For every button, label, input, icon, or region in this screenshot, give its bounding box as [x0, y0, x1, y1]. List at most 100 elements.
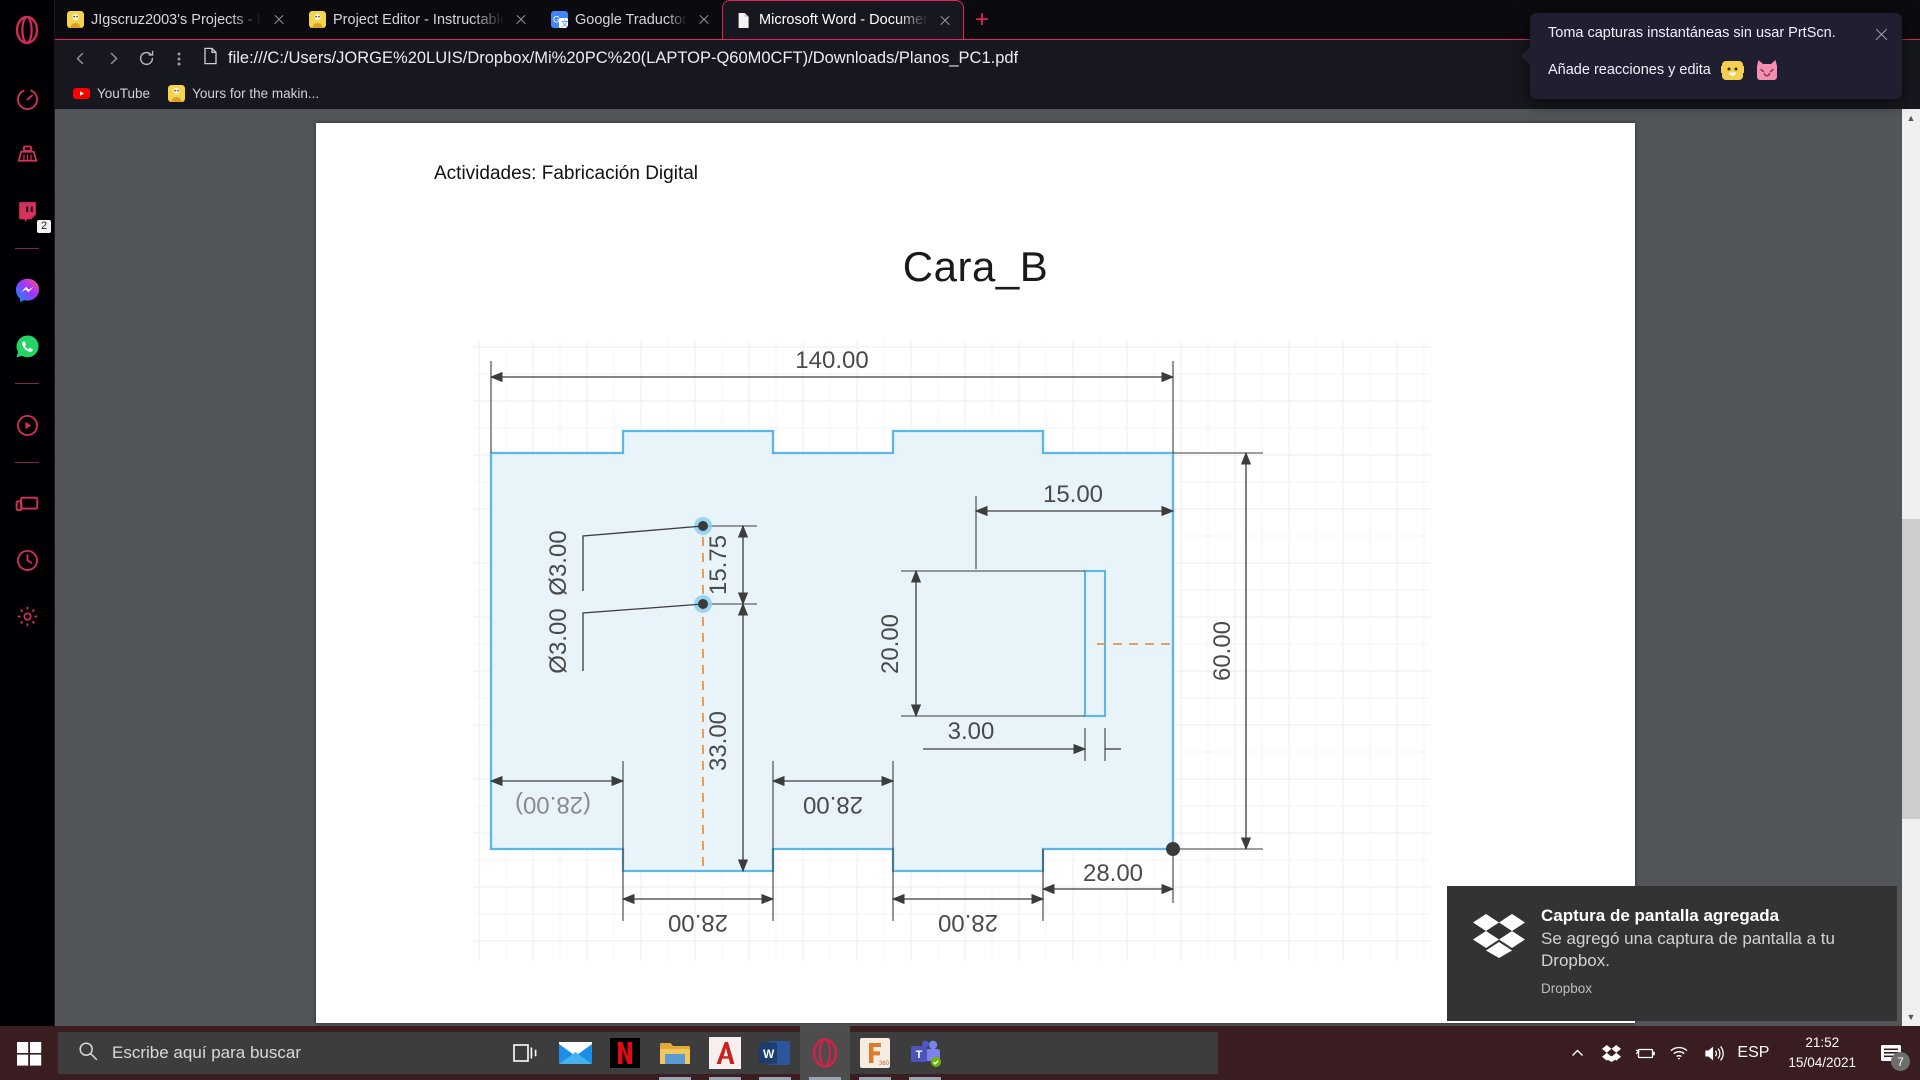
teams-icon[interactable]: T — [900, 1026, 950, 1080]
volume-icon[interactable] — [1696, 1026, 1730, 1080]
search-placeholder: Escribe aquí para buscar — [112, 1043, 301, 1062]
dim-label-20: 20.00 — [877, 614, 904, 674]
document-icon — [203, 47, 218, 70]
technical-drawing: 140.00 60.00 15.00 20.00 3.00 28.00 (28.… — [473, 341, 1431, 961]
svg-text:T: T — [916, 1049, 923, 1061]
history-clock-icon[interactable] — [12, 545, 42, 575]
action-center-icon[interactable]: 7 — [1868, 1026, 1914, 1080]
forward-arrow-icon[interactable] — [98, 44, 128, 74]
bookmark-instructables[interactable]: Yours for the makin... — [168, 84, 320, 102]
tab-close-icon[interactable] — [269, 10, 289, 30]
opera-logo-icon[interactable] — [11, 14, 43, 46]
screen: 2 JIgscruz2003's Projects - Ins Project … — [0, 0, 1920, 1080]
scrollbar-thumb[interactable] — [1902, 519, 1920, 819]
toast-line-2-row: Añade reacciones y edita — [1548, 57, 1886, 83]
dropbox-icon — [1473, 906, 1525, 1021]
scroll-up-arrow-icon[interactable]: ▲ — [1902, 109, 1920, 127]
back-arrow-icon[interactable] — [65, 44, 95, 74]
settings-gear-icon[interactable] — [12, 601, 42, 631]
svg-text:G: G — [553, 15, 560, 25]
dim-label-28-notch-right: 28.00 — [938, 909, 998, 936]
dropbox-toast-app: Dropbox — [1541, 980, 1593, 996]
battery-icon[interactable] — [1628, 1026, 1662, 1080]
youtube-icon — [73, 85, 90, 102]
pdf-page: Actividades: Fabricación Digital Cara_B — [316, 123, 1635, 1023]
tab-1[interactable]: Project Editor - Instructable — [297, 0, 539, 39]
instructables-icon — [168, 84, 186, 102]
dim-label-28-right: 28.00 — [1083, 860, 1143, 887]
clock-time: 21:52 — [1805, 1035, 1840, 1051]
svg-text:W: W — [763, 1047, 775, 1061]
bookmark-youtube[interactable]: YouTube — [73, 85, 150, 102]
cleaner-broom-icon[interactable] — [12, 140, 42, 170]
dropbox-notification[interactable]: Captura de pantalla agregada Se agregó u… — [1447, 886, 1897, 1021]
flow-devices-icon[interactable] — [12, 489, 42, 519]
scroll-down-arrow-icon[interactable]: ▼ — [1902, 1008, 1920, 1026]
google-translate-icon: G文 — [551, 11, 568, 28]
dim-140 — [489, 361, 1175, 453]
dim-label-dia-bottom: Ø3.00 — [545, 608, 572, 673]
taskbar-clock[interactable]: 21:52 15/04/2021 — [1776, 1026, 1868, 1080]
mail-icon[interactable] — [550, 1026, 600, 1080]
vertical-scrollbar[interactable]: ▲ ▼ — [1902, 109, 1920, 1026]
opera-icon[interactable] — [800, 1026, 850, 1080]
sidebar-divider-3 — [15, 462, 39, 463]
language-indicator[interactable]: ESP — [1730, 1026, 1776, 1080]
document-header-text: Actividades: Fabricación Digital — [434, 163, 699, 184]
taskbar-app-icons: W 360 T — [500, 1026, 950, 1080]
bookmark-label: YouTube — [97, 85, 151, 101]
toast-line-1: Toma capturas instantáneas sin usar PrtS… — [1548, 25, 1836, 41]
clock-date: 15/04/2021 — [1788, 1055, 1856, 1070]
yellow-smile-sticker[interactable] — [1720, 59, 1744, 82]
sidebar-divider — [15, 248, 39, 249]
twitch-icon[interactable]: 2 — [12, 196, 51, 233]
dropbox-tray-icon[interactable] — [1594, 1026, 1628, 1080]
dim-label-28-mid: 28.00 — [803, 791, 863, 818]
tab-title: JIgscruz2003's Projects - Ins — [91, 11, 262, 28]
kebab-menu-icon[interactable] — [164, 44, 194, 74]
dim-label-28-ref: (28.00) — [515, 791, 591, 818]
pink-cat-sticker[interactable] — [1754, 57, 1780, 83]
instructables-icon — [309, 11, 326, 28]
chevron-up-icon[interactable] — [1560, 1026, 1594, 1080]
file-explorer-icon[interactable] — [650, 1026, 700, 1080]
autocad-icon[interactable] — [700, 1026, 750, 1080]
speed-dial-icon[interactable] — [12, 84, 42, 114]
player-icon[interactable] — [12, 410, 42, 440]
notification-count: 7 — [1891, 1052, 1910, 1071]
word-icon[interactable]: W — [750, 1026, 800, 1080]
tab-close-icon[interactable] — [935, 10, 955, 30]
netflix-icon[interactable] — [600, 1026, 650, 1080]
reload-icon[interactable] — [131, 44, 161, 74]
opera-browser-window: 2 JIgscruz2003's Projects - Ins Project … — [0, 0, 1920, 1026]
windows-start-icon[interactable] — [0, 1026, 58, 1080]
dropbox-toast-title: Captura de pantalla agregada — [1541, 906, 1780, 925]
fusion360-icon[interactable]: 360 — [850, 1026, 900, 1080]
tab-0[interactable]: JIgscruz2003's Projects - Ins — [55, 0, 297, 39]
tab-3-active[interactable]: Microsoft Word - Documen — [722, 0, 965, 39]
page-title: Cara_B — [902, 243, 1049, 290]
svg-text:360: 360 — [879, 1061, 890, 1067]
tab-close-icon[interactable] — [694, 10, 714, 30]
opera-sidebar: 2 — [0, 0, 55, 1026]
dropbox-toast-body: Se agregó una captura de pantalla a tu D… — [1541, 929, 1835, 970]
dim-label-28-notch-left: 28.00 — [668, 909, 728, 936]
new-tab-button[interactable]: + — [964, 0, 1000, 39]
bookmark-label: Yours for the makin... — [192, 85, 320, 101]
dim-label-3: 3.00 — [948, 718, 995, 745]
search-icon — [78, 1041, 98, 1066]
tab-title: Project Editor - Instructable — [333, 11, 504, 28]
word-document-icon — [735, 12, 752, 29]
svg-text:文: 文 — [561, 18, 568, 28]
wifi-icon[interactable] — [1662, 1026, 1696, 1080]
dim-label-60: 60.00 — [1209, 621, 1236, 681]
opera-snapshot-notification: Toma capturas instantáneas sin usar PrtS… — [1521, 13, 1902, 99]
close-icon[interactable] — [1873, 26, 1890, 43]
whatsapp-icon[interactable] — [12, 331, 42, 361]
dim-label-dia-top: Ø3.00 — [545, 530, 572, 595]
tab-close-icon[interactable] — [511, 10, 531, 30]
tab-2[interactable]: G文 Google Traductor — [539, 0, 722, 39]
task-view-icon[interactable] — [500, 1026, 550, 1080]
messenger-icon[interactable] — [12, 275, 42, 305]
dim-label-33: 33.00 — [705, 711, 732, 771]
